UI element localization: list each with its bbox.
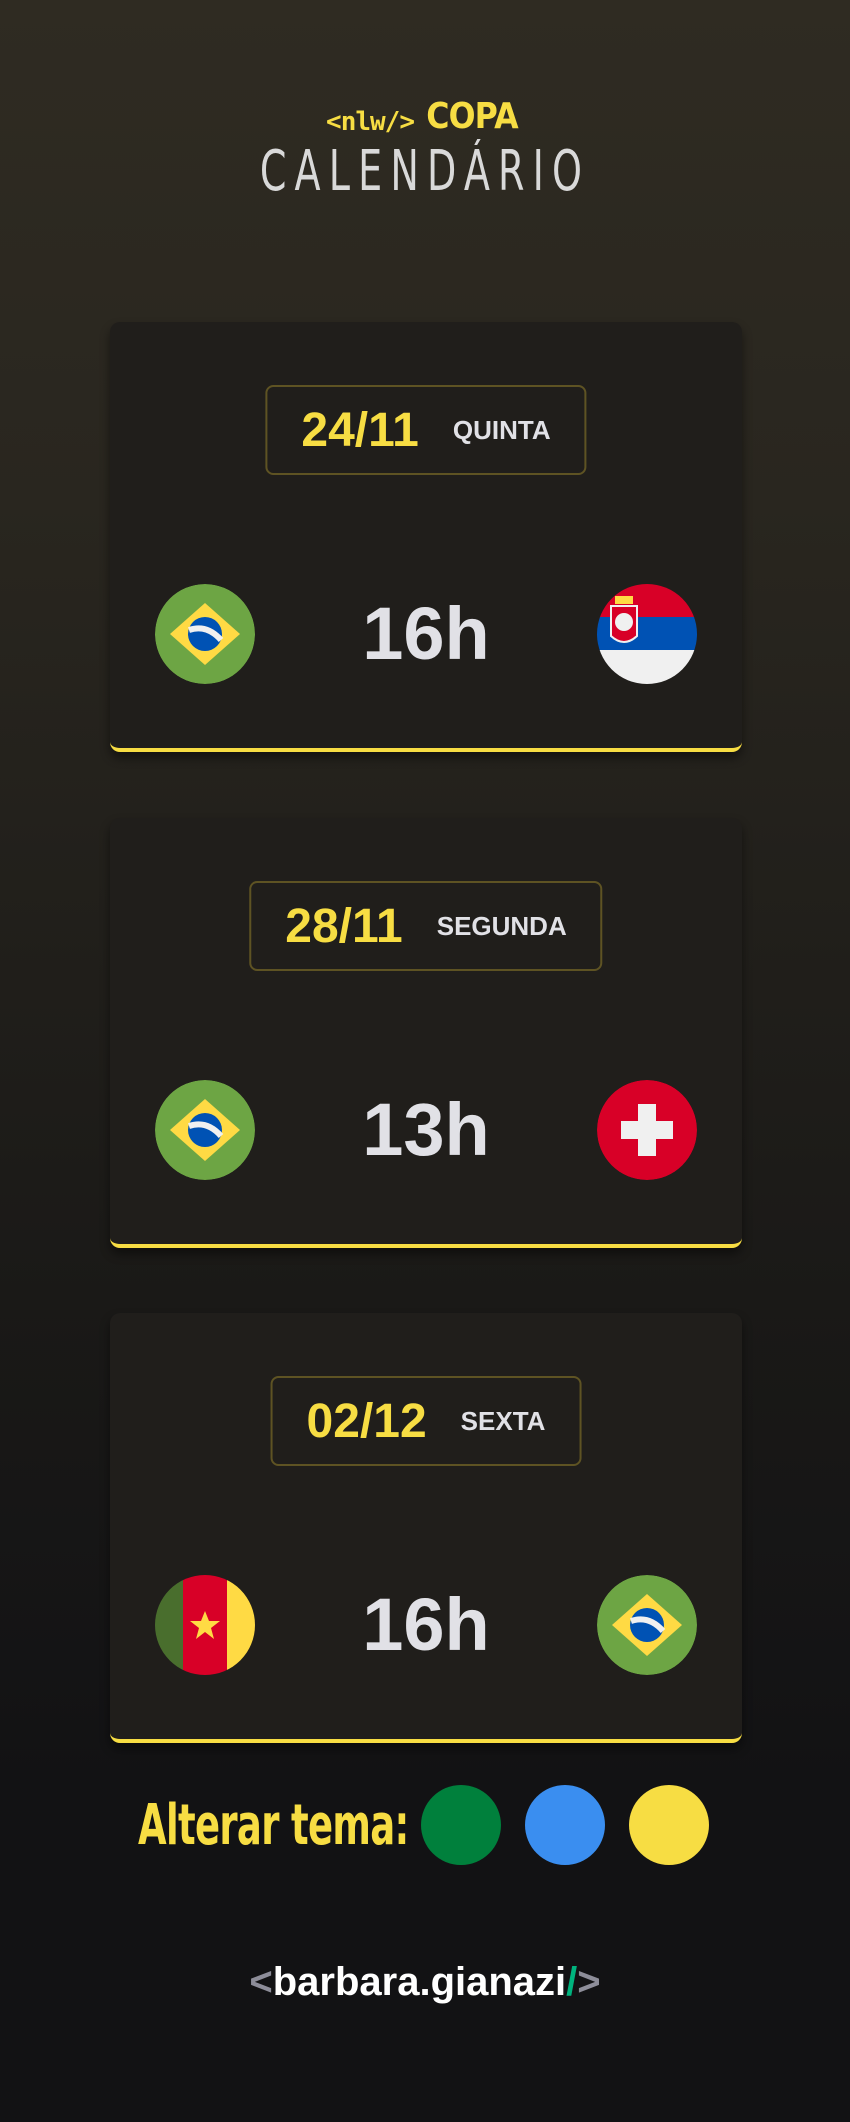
match-date-box: 28/11 SEGUNDA xyxy=(249,881,603,971)
theme-green-button[interactable] xyxy=(421,1785,501,1865)
switzerland-flag-icon xyxy=(597,1080,697,1180)
serbia-flag-icon xyxy=(597,584,697,684)
match-weekday: SEXTA xyxy=(460,1405,546,1436)
logo-copa-text: COPA xyxy=(426,96,518,137)
page-header: <nlw/> COPA CALENDÁRIO xyxy=(0,96,850,204)
logo-nlw-text: <nlw/> xyxy=(326,107,415,137)
match-card: 28/11 SEGUNDA 13h xyxy=(110,818,742,1248)
match-date-box: 24/11 QUINTA xyxy=(265,385,587,475)
match-card: 02/12 SEXTA 16h xyxy=(110,1313,742,1743)
theme-blue-button[interactable] xyxy=(525,1785,605,1865)
footer-signature: <barbara.gianazi/> xyxy=(0,1960,850,2005)
match-date: 02/12 xyxy=(306,1394,427,1448)
nlw-copa-logo: <nlw/> COPA xyxy=(0,96,850,137)
theme-yellow-button[interactable] xyxy=(629,1785,709,1865)
theme-label: Alterar tema: xyxy=(138,1792,409,1858)
page-title: CALENDÁRIO xyxy=(259,139,591,204)
match-row: 13h xyxy=(155,1080,697,1180)
footer-author-name: barbara.gianazi xyxy=(272,1960,567,2004)
footer-slash: / xyxy=(566,1960,578,2004)
match-date: 28/11 xyxy=(285,899,403,953)
match-card: 24/11 QUINTA 16h xyxy=(110,322,742,752)
match-row: 16h xyxy=(155,1575,697,1675)
footer-close-bracket: > xyxy=(577,1960,601,2004)
brazil-flag-icon xyxy=(597,1575,697,1675)
match-row: 16h xyxy=(155,584,697,684)
footer-open-bracket: < xyxy=(249,1960,273,2004)
match-date: 24/11 xyxy=(301,403,419,457)
theme-switcher: Alterar tema: xyxy=(138,1784,709,1866)
match-date-box: 02/12 SEXTA xyxy=(270,1376,582,1466)
match-weekday: SEGUNDA xyxy=(436,910,567,941)
match-weekday: QUINTA xyxy=(452,414,551,445)
